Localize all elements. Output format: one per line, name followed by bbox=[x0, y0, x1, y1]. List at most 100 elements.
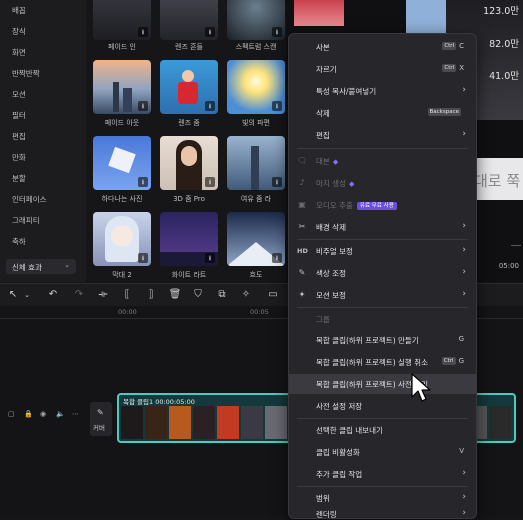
category-item[interactable]: 필터 bbox=[12, 110, 26, 121]
category-item[interactable]: 모션 bbox=[12, 89, 26, 100]
clip-frame bbox=[241, 406, 263, 439]
speaker-icon[interactable]: 🔈 bbox=[56, 410, 65, 418]
redo-icon[interactable]: ↷ bbox=[72, 288, 86, 302]
menu-item-rendering[interactable]: 렌더링 › bbox=[289, 507, 476, 519]
category-item[interactable]: 인터페이스 bbox=[12, 194, 47, 205]
effect-thumbnail[interactable]: ⭳ bbox=[160, 212, 218, 266]
chevron-right-icon: › bbox=[462, 289, 466, 299]
chevron-down-icon: ⌄ bbox=[64, 261, 70, 269]
magic-wand-icon[interactable]: ✧ bbox=[239, 288, 253, 302]
chevron-right-icon: › bbox=[462, 245, 466, 255]
stat-value: 41.0만 bbox=[489, 71, 519, 82]
category-item[interactable]: 화면 bbox=[12, 47, 26, 58]
menu-item-label: 클립 비활성화 bbox=[316, 448, 360, 457]
effect-thumbnail[interactable]: ⭳ bbox=[160, 60, 218, 114]
effect-thumbnail[interactable]: ⭳ bbox=[227, 212, 285, 266]
effect-thumbnail[interactable]: ⭳ bbox=[160, 0, 218, 40]
menu-item-audio-extract[interactable]: ▣ 오디오 추출 유료 무료 사용 bbox=[289, 195, 476, 215]
split-icon[interactable]: ⟛ bbox=[96, 288, 110, 302]
menu-item-motion-correction[interactable]: ✦ 모션 보정 › bbox=[289, 285, 476, 305]
menu-item-export-selected-clip[interactable]: 선택한 클립 내보내기 bbox=[289, 420, 476, 440]
effect-thumbnail[interactable]: ⭳ bbox=[227, 0, 285, 40]
menu-item-color-adjust[interactable]: ✎ 색상 조정 › bbox=[289, 263, 476, 283]
menu-item-save-preset[interactable]: 사전 설정 저장 bbox=[289, 396, 476, 416]
download-icon[interactable]: ⭳ bbox=[138, 101, 148, 111]
more-icon[interactable]: ⋯ bbox=[72, 410, 79, 418]
category-item[interactable]: 편집 bbox=[12, 131, 26, 142]
download-icon[interactable]: ⭳ bbox=[272, 253, 282, 263]
effect-label: 스펙트럼 스캔 bbox=[235, 43, 277, 51]
split-right-icon[interactable]: ⟧ bbox=[144, 288, 158, 302]
effect-thumbnail[interactable]: ⭳ bbox=[93, 0, 151, 40]
effect-label: 하다나는 사진 bbox=[101, 195, 143, 203]
download-icon[interactable]: ⭳ bbox=[138, 253, 148, 263]
menu-separator bbox=[297, 148, 468, 149]
effect-thumbnail[interactable]: ⭳ bbox=[227, 136, 285, 190]
effect-thumbnail[interactable]: ⭳ bbox=[227, 60, 285, 114]
split-left-icon[interactable]: ⟦ bbox=[120, 288, 134, 302]
category-item[interactable]: 축하 bbox=[12, 236, 26, 247]
category-item[interactable]: 분할 bbox=[12, 173, 26, 184]
category-item[interactable]: 배꼽 bbox=[12, 5, 26, 16]
menu-item-edit[interactable]: 편집 › bbox=[289, 125, 476, 145]
menu-item-disable-clip[interactable]: 클립 비활성화 V bbox=[289, 442, 476, 462]
stat-value: 82.0만 bbox=[489, 39, 519, 50]
crop-icon[interactable]: ⧉ bbox=[215, 288, 229, 302]
effect-label: 렌즈 흔들 bbox=[175, 43, 203, 51]
effect-thumbnail[interactable]: ⭳ bbox=[93, 212, 151, 266]
menu-item-undo-compound-clip[interactable]: 복합 클립(하위 프로젝트) 실행 취소 Ctrl G bbox=[289, 352, 476, 372]
menu-item-remove-background[interactable]: ✂ 배경 삭제 › bbox=[289, 217, 476, 237]
media-icon[interactable]: ▭ bbox=[266, 288, 280, 302]
menu-item-range[interactable]: 범위 › bbox=[289, 488, 476, 508]
category-item[interactable]: 반짝반짝 bbox=[12, 68, 40, 79]
select-tool-icon[interactable]: ↖ bbox=[6, 288, 20, 302]
category-item[interactable]: 장식 bbox=[12, 26, 26, 37]
chevron-down-icon[interactable]: ⌄ bbox=[20, 288, 34, 302]
menu-item-preprocess-compound-clip[interactable]: 복합 클립(하위 프로젝트) 사전 처리 bbox=[289, 374, 476, 394]
menu-item-cut[interactable]: 자르기 Ctrl X bbox=[289, 59, 476, 79]
shield-icon[interactable]: ⛉ bbox=[191, 288, 205, 302]
undo-icon[interactable]: ↶ bbox=[46, 288, 60, 302]
menu-item-delete[interactable]: 삭제 Backspace bbox=[289, 103, 476, 123]
menu-item-label: 자르기 bbox=[316, 65, 337, 74]
download-icon[interactable]: ⭳ bbox=[205, 177, 215, 187]
download-icon[interactable]: ⭳ bbox=[205, 101, 215, 111]
eye-icon[interactable]: ◉ bbox=[40, 410, 46, 418]
compound-clip[interactable]: 복합 클립1 00:00:05:00 bbox=[117, 393, 299, 443]
download-icon[interactable]: ⭳ bbox=[205, 253, 215, 263]
menu-item-more-clip-actions[interactable]: 추가 클립 작업 › bbox=[289, 464, 476, 484]
preview-image bbox=[406, 0, 448, 36]
download-icon[interactable]: ⭳ bbox=[138, 177, 148, 187]
download-icon[interactable]: ⭳ bbox=[138, 27, 148, 37]
category-item[interactable]: 만화 bbox=[12, 152, 26, 163]
chevron-right-icon: › bbox=[462, 129, 466, 139]
download-icon[interactable]: ⭳ bbox=[205, 27, 215, 37]
effect-label: 렌즈 줌 bbox=[178, 119, 200, 127]
menu-item-audio-generate[interactable]: ♪ 마지 생성 ◆ bbox=[289, 173, 476, 193]
menu-item-visual-enhance[interactable]: HD 비주얼 보정 › bbox=[289, 241, 476, 261]
menu-item-label: 선택한 클립 내보내기 bbox=[316, 426, 383, 435]
effect-type-dropdown[interactable]: 신체 효과 ⌄ bbox=[6, 259, 76, 274]
motion-icon: ✦ bbox=[298, 290, 306, 299]
effect-thumbnail[interactable]: ⭳ bbox=[160, 136, 218, 190]
download-icon[interactable]: ⭳ bbox=[272, 101, 282, 111]
menu-item-copy[interactable]: 사본 Ctrl C bbox=[289, 37, 476, 57]
menu-item-copy-paste-attributes[interactable]: 특성 복사/붙여넣기 › bbox=[289, 81, 476, 101]
download-icon[interactable]: ⭳ bbox=[272, 27, 282, 37]
delete-icon[interactable]: 🗑 bbox=[168, 288, 182, 302]
menu-item-label: 사전 설정 저장 bbox=[316, 402, 363, 411]
cover-button[interactable]: ✎ 커버 bbox=[90, 402, 112, 436]
track-box-icon[interactable]: ▢ bbox=[8, 410, 15, 418]
menu-item-group[interactable]: 그룹 bbox=[289, 309, 476, 329]
lock-icon[interactable]: 🔒 bbox=[24, 410, 33, 418]
clip-frame bbox=[265, 406, 287, 439]
effect-thumbnail[interactable]: ⭳ bbox=[93, 60, 151, 114]
download-icon[interactable]: ⭳ bbox=[272, 177, 282, 187]
menu-item-label: 범위 bbox=[316, 494, 330, 503]
category-item[interactable]: 그래피티 bbox=[12, 215, 40, 226]
scissors-icon: ✂ bbox=[298, 222, 306, 231]
effect-thumbnail[interactable]: ⭳ bbox=[93, 136, 151, 190]
menu-item-create-compound-clip[interactable]: 복합 클립(하위 프로젝트) 만들기 G bbox=[289, 330, 476, 350]
menu-separator bbox=[297, 307, 468, 308]
menu-item-script[interactable]: 🗨 대본 ◆ bbox=[289, 151, 476, 171]
